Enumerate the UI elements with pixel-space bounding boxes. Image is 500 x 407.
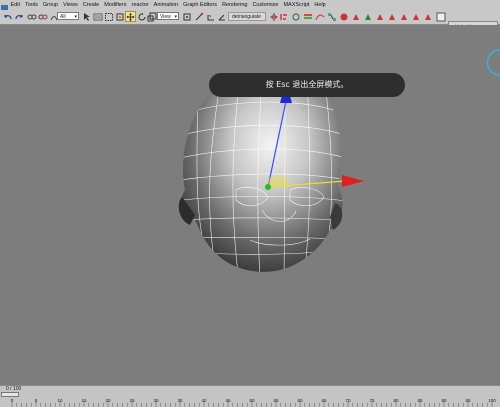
select-icon[interactable]	[81, 11, 92, 22]
ruler-tick-label: 50	[249, 398, 254, 403]
undo-icon[interactable]	[2, 11, 13, 22]
fullscreen-exit-notice: 按 Esc 退出全屏模式。	[209, 73, 405, 97]
ruler-tick-label: 20	[105, 398, 110, 403]
ruler-tick-label: 10	[57, 398, 62, 403]
layer-manager-icon[interactable]	[302, 11, 313, 22]
redo-icon[interactable]	[13, 11, 24, 22]
align-icon[interactable]	[278, 11, 289, 22]
scale-icon[interactable]	[146, 11, 157, 22]
move-icon[interactable]	[125, 11, 136, 22]
menu-views[interactable]: Views	[61, 0, 81, 10]
ruler-tick-label: 65	[321, 398, 326, 403]
menu-rendering[interactable]: Rendering	[220, 0, 250, 10]
perspective-viewport[interactable]: 按 Esc 退出全屏模式。	[0, 25, 500, 385]
curve-editor-icon[interactable]	[314, 11, 325, 22]
menu-animation[interactable]: Animation	[151, 0, 180, 10]
timeline: 0 / 100 05101520253035404550556065707580…	[0, 385, 500, 407]
render-setup-icon[interactable]	[350, 11, 361, 22]
angle-snap-icon[interactable]	[216, 11, 227, 22]
active-shade-icon[interactable]	[386, 11, 397, 22]
render-icon[interactable]	[374, 11, 385, 22]
menu-maxscript[interactable]: MAXScript	[281, 0, 312, 10]
unlink-icon[interactable]	[37, 11, 48, 22]
menu-create[interactable]: Create	[80, 0, 102, 10]
pivot-icon[interactable]	[181, 11, 192, 22]
named-selection-set[interactable]: detriangulate	[228, 12, 266, 21]
link-icon[interactable]	[26, 11, 37, 22]
material-editor-icon[interactable]	[338, 11, 349, 22]
select-by-name-icon[interactable]	[92, 11, 103, 22]
menu-reactor[interactable]: reactor	[129, 0, 151, 10]
rect-select-icon[interactable]	[103, 11, 114, 22]
reference-coord-dropdown[interactable]: View▾	[157, 12, 179, 20]
ruler-tick-label: 35	[177, 398, 182, 403]
x-axis-arrow	[342, 175, 364, 187]
ruler-tick-label: 40	[201, 398, 206, 403]
snap-icon[interactable]	[205, 11, 216, 22]
main-toolbar: All▾ View▾ detriangulate 0 (default)	[0, 10, 500, 25]
ruler-tick-label: 15	[81, 398, 86, 403]
render-frame-icon[interactable]	[398, 11, 409, 22]
ruler-tick-label: 0	[11, 398, 14, 403]
layer-toolbar-icon[interactable]	[435, 11, 446, 22]
ruler-tick-label: 45	[225, 398, 230, 403]
ruler-tick-label: 30	[153, 398, 158, 403]
ruler-tick-label: 90	[441, 398, 446, 403]
selection-filter-dropdown[interactable]: All▾	[57, 12, 79, 20]
menu-items: EditToolsGroupViewsCreateModifiersreacto…	[8, 0, 328, 10]
ruler-tick-label: 70	[345, 398, 350, 403]
menu-modifiers[interactable]: Modifiers	[102, 0, 129, 10]
menu-customize[interactable]: Customize	[250, 0, 281, 10]
ruler-tick-label: 95	[465, 398, 470, 403]
ruler-tick-label: 85	[417, 398, 422, 403]
schematic-icon[interactable]	[326, 11, 337, 22]
viewcube-ring	[488, 50, 500, 75]
normal-align-icon[interactable]	[290, 11, 301, 22]
ruler-tick-label: 55	[273, 398, 278, 403]
ruler-tick-label: 5	[35, 398, 38, 403]
ruler-tick-label: 75	[369, 398, 374, 403]
quick-render-icon[interactable]	[362, 11, 373, 22]
time-slider[interactable]	[0, 392, 500, 397]
y-axis-handle	[265, 184, 271, 190]
ruler-tick-label: 80	[393, 398, 398, 403]
menu-group[interactable]: Group	[40, 0, 60, 10]
window-crossing-icon[interactable]	[114, 11, 125, 22]
ruler-tick-label: 25	[129, 398, 134, 403]
menu-graph-editors[interactable]: Graph Editors	[181, 0, 220, 10]
time-slider-thumb[interactable]	[1, 392, 19, 397]
manipulate-icon[interactable]	[193, 11, 204, 22]
menu-tools[interactable]: Tools	[22, 0, 40, 10]
menu-help[interactable]: Help	[312, 0, 328, 10]
ruler-tick-label: 100	[488, 398, 496, 403]
menu-edit[interactable]: Edit	[8, 0, 22, 10]
environment-icon[interactable]	[410, 11, 421, 22]
render-last-icon[interactable]	[422, 11, 433, 22]
ruler-tick-label: 60	[297, 398, 302, 403]
